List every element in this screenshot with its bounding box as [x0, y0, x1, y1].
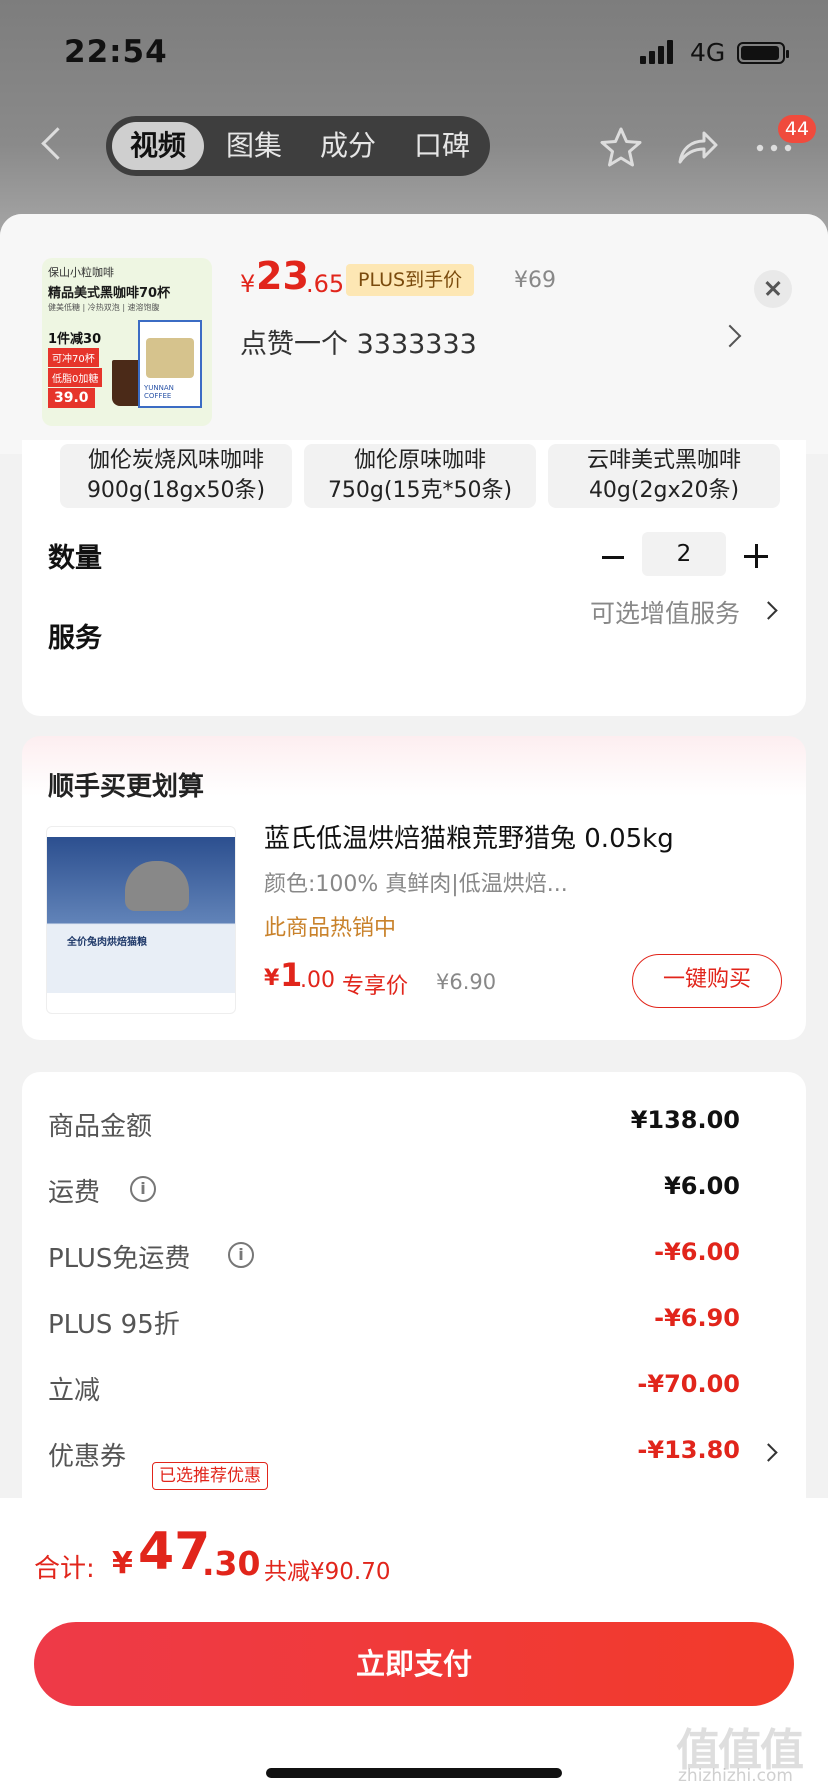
chevron-right-icon[interactable]: [759, 1443, 778, 1462]
spec-option-name: 云啡美式黑咖啡: [586, 448, 741, 473]
product-header: 保山小粒咖啡 精品美式黑咖啡70杯 健美低糖 | 冷热双泡 | 速溶饱腹 1件减…: [0, 214, 828, 454]
status-bar: 22:54 4G: [0, 0, 828, 100]
coupon-value[interactable]: -¥13.80: [637, 1436, 740, 1464]
status-time: 22:54: [64, 34, 168, 70]
original-price: ¥69: [514, 268, 556, 293]
recommend-product-image[interactable]: 全价兔肉烘焙猫粮: [46, 826, 236, 1014]
fee-value: -¥70.00: [637, 1370, 740, 1398]
spec-option-weight: 750g(15克*50条): [327, 478, 513, 503]
recommend-attributes: 颜色:100% 真鲜肉|低温烘焙...: [264, 872, 568, 897]
recommend-hot-label: 此商品热销中: [264, 916, 397, 941]
battery-icon: [737, 42, 789, 64]
fee-label: 立减: [48, 1376, 101, 1406]
fee-label: PLUS 95折: [48, 1310, 180, 1340]
spec-option-name: 伽伦原味咖啡: [353, 448, 486, 473]
thumb-promo: 可冲70杯: [48, 348, 99, 367]
close-icon[interactable]: [754, 270, 792, 308]
price-decimal: .65: [306, 270, 345, 298]
coupon-tag: 已选推荐优惠: [152, 1462, 268, 1490]
quantity-input[interactable]: 2: [642, 532, 726, 576]
fee-label: 运费: [48, 1178, 101, 1208]
thumb-tagline: 健美低糖 | 冷热双泡 | 速溶饱腹: [48, 303, 160, 312]
tab-gallery[interactable]: 图集: [210, 116, 298, 176]
star-icon[interactable]: [598, 124, 644, 170]
minus-icon[interactable]: [602, 556, 624, 559]
checkout-footer: 合计: ¥ 47 .30 共减¥90.70 立即支付 值值值 zhizhizhi…: [0, 1498, 828, 1792]
plus-icon[interactable]: [744, 544, 768, 568]
tab-reviews[interactable]: 口碑: [398, 116, 486, 176]
chevron-right-icon[interactable]: [759, 601, 778, 620]
home-indicator[interactable]: [266, 1768, 562, 1778]
service-hint[interactable]: 可选增值服务: [590, 594, 740, 630]
recommend-price-integer: 1: [280, 956, 303, 994]
notification-badge: 44: [778, 115, 816, 143]
fee-value: ¥6.00: [664, 1172, 740, 1200]
signal-icon: [640, 40, 676, 64]
service-label: 服务: [48, 623, 102, 654]
info-icon[interactable]: i: [130, 1176, 156, 1202]
recommend-price-currency: ¥: [264, 966, 280, 991]
spec-option[interactable]: 伽伦炭烧风味咖啡 900g(18gx50条): [60, 444, 292, 508]
thumb-promo: 1件减30: [48, 332, 102, 347]
plus-price-tag: PLUS到手价: [346, 264, 475, 296]
product-thumbnail: 保山小粒咖啡 精品美式黑咖啡70杯 健美低糖 | 冷热双泡 | 速溶饱腹 1件减…: [42, 258, 212, 426]
price-currency: ¥: [240, 270, 256, 298]
one-click-buy-button[interactable]: 一键购买: [632, 954, 782, 1008]
network-type: 4G: [690, 38, 726, 67]
tab-video[interactable]: 视频: [112, 122, 204, 170]
coupon-label[interactable]: 优惠券: [48, 1436, 126, 1473]
price-integer: 23: [256, 254, 309, 298]
thumb-headline: 精品美式黑咖啡70杯: [48, 286, 171, 301]
media-tabs: 视频 图集 成分 口碑: [106, 116, 490, 176]
thumb-brand: 保山小粒咖啡: [48, 266, 114, 279]
total-decimal: .30: [202, 1544, 261, 1583]
back-icon[interactable]: [38, 124, 68, 164]
recommend-name[interactable]: 蓝氏低温烘焙猫粮荒野猎兔 0.05kg: [264, 818, 674, 855]
spec-option-weight: 900g(18gx50条): [86, 478, 266, 503]
total-label: 合计:: [34, 1554, 95, 1584]
spec-option[interactable]: 云啡美式黑咖啡 40g(2gx20条): [548, 444, 780, 508]
total-currency: ¥: [112, 1546, 133, 1581]
fee-label: PLUS免运费: [48, 1244, 191, 1274]
recommend-card: 顺手买更划算 全价兔肉烘焙猫粮 蓝氏低温烘焙猫粮荒野猎兔 0.05kg 颜色:1…: [22, 736, 806, 1040]
recommend-title: 顺手买更划算: [48, 772, 205, 802]
thumb-price: 39.0: [48, 388, 95, 408]
package-text: 全价兔肉烘焙猫粮: [67, 937, 147, 948]
fee-value: -¥6.90: [654, 1304, 740, 1332]
selected-spec[interactable]: 点赞一个 3333333: [240, 322, 477, 361]
spec-option[interactable]: 伽伦原味咖啡 750g(15克*50条): [304, 444, 536, 508]
quantity-label: 数量: [48, 543, 102, 574]
thumb-promo: 低脂0加糖: [48, 368, 103, 387]
pay-now-button[interactable]: 立即支付: [34, 1622, 794, 1706]
chevron-right-icon[interactable]: [718, 324, 742, 348]
recommend-original-price: ¥6.90: [436, 970, 497, 994]
coffee-box-image: YUNNAN COFFEE: [138, 320, 202, 408]
fee-label: 商品金额: [48, 1112, 153, 1142]
fee-breakdown: 商品金额 ¥138.00 运费 i ¥6.00 PLUS免运费 i -¥6.00…: [22, 1072, 806, 1512]
fee-value: -¥6.00: [654, 1238, 740, 1266]
info-icon[interactable]: i: [228, 1242, 254, 1268]
spec-option-name: 伽伦炭烧风味咖啡: [87, 448, 264, 473]
total-saved: 共减¥90.70: [264, 1559, 391, 1585]
watermark-url: zhizhizhi.com: [678, 1766, 793, 1786]
share-icon[interactable]: [674, 124, 720, 170]
fee-value: ¥138.00: [630, 1106, 740, 1134]
recommend-price-decimal: .00: [300, 968, 335, 993]
options-card: 伽伦炭烧风味咖啡 900g(18gx50条) 伽伦原味咖啡 750g(15克*5…: [22, 440, 806, 716]
spec-option-weight: 40g(2gx20条): [588, 478, 740, 503]
exclusive-price-label: 专享价: [342, 974, 409, 999]
tab-ingredients[interactable]: 成分: [304, 116, 392, 176]
total-integer: 47: [138, 1522, 211, 1582]
